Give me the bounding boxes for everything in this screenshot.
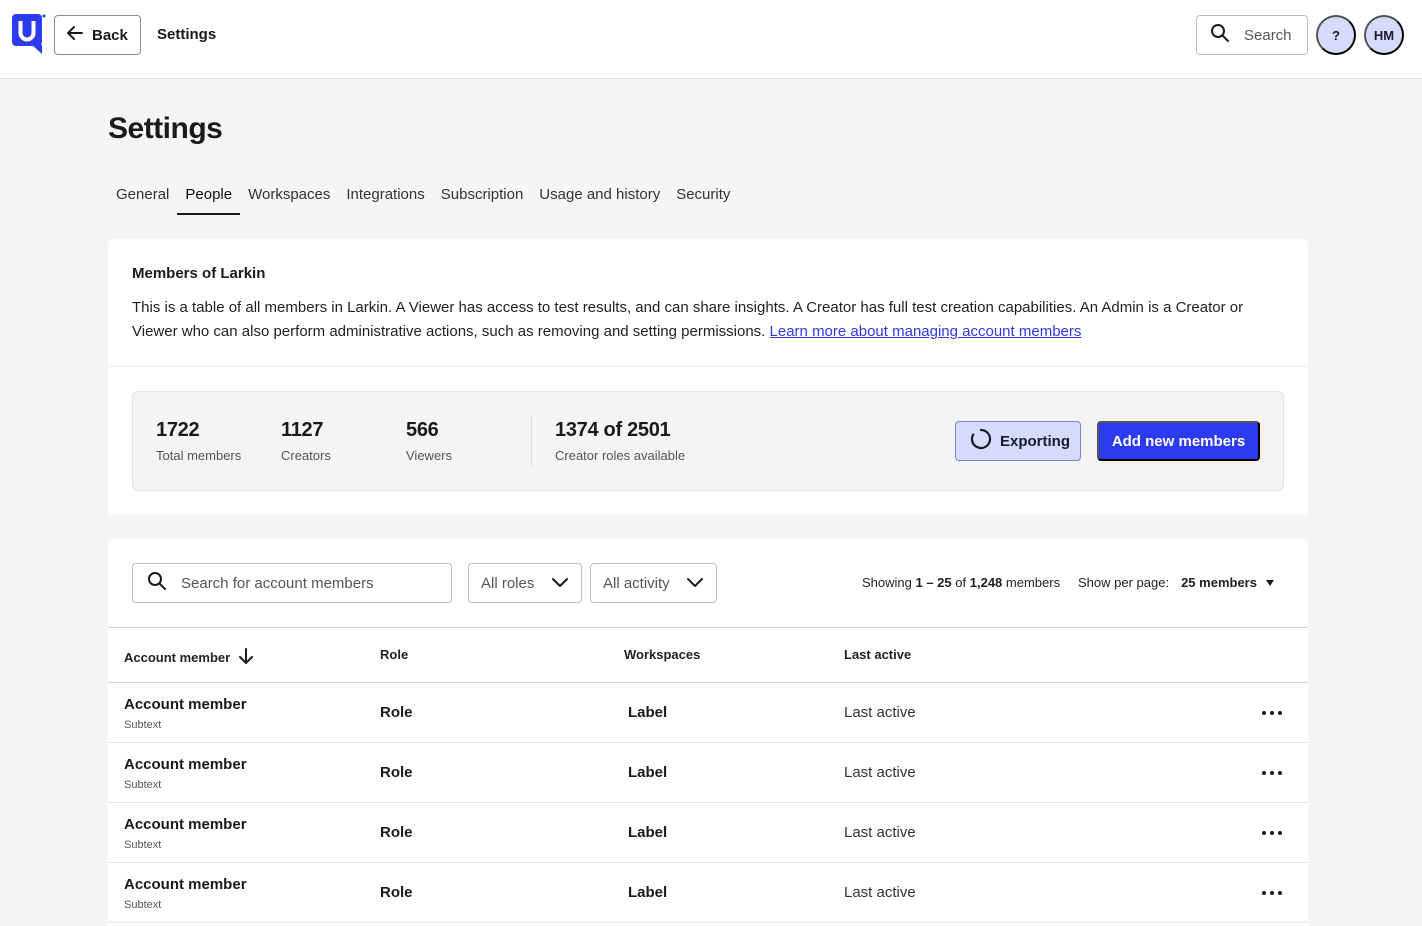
table-row[interactable]: Account member Subtext Role Label Last a…	[108, 803, 1308, 863]
exporting-label: Exporting	[1000, 432, 1070, 450]
members-intro: Members of Larkin This is a table of all…	[108, 239, 1308, 367]
showing-total: 1,248	[969, 575, 1003, 590]
arrow-left-icon	[66, 24, 84, 46]
add-new-members-button[interactable]: Add new members	[1097, 421, 1260, 461]
stat-total-members: 1722 Total members	[156, 419, 241, 463]
column-last-active[interactable]: Last active	[844, 647, 911, 662]
tab-integrations[interactable]: Integrations	[338, 175, 432, 215]
showing-of: of	[955, 575, 967, 590]
stat-creators-value: 1127	[281, 419, 324, 441]
more-horizontal-icon[interactable]	[1260, 763, 1284, 783]
page-title: Settings	[108, 112, 223, 145]
search-icon	[147, 571, 167, 595]
member-role: Role	[380, 824, 413, 841]
members-table-card: Search for account members All roles All…	[108, 539, 1308, 926]
member-workspace: Label	[628, 704, 668, 721]
member-workspace: Label	[628, 764, 668, 781]
topbar-title: Settings	[157, 26, 217, 43]
help-button[interactable]: ?	[1316, 15, 1356, 55]
member-workspace: Label	[628, 884, 668, 901]
per-page-value[interactable]: 25 members	[1181, 575, 1257, 590]
brand-logo-icon[interactable]: U	[12, 14, 46, 54]
stats-divider	[531, 416, 532, 466]
roles-filter-value: All roles	[481, 574, 535, 592]
members-description: This is a table of all members in Larkin…	[132, 296, 1284, 344]
member-last-active: Last active	[844, 824, 916, 841]
tab-general[interactable]: General	[108, 175, 177, 215]
exporting-button[interactable]: Exporting	[955, 421, 1081, 461]
member-name: Account member	[124, 876, 247, 893]
pagination-summary: Showing 1 – 25 of 1,248 members	[862, 575, 1060, 590]
chevron-down-icon	[686, 575, 704, 592]
back-label: Back	[92, 26, 128, 44]
member-stats: 1722 Total members 1127 Creators 566 Vie…	[132, 391, 1284, 491]
column-account-member[interactable]: Account member	[124, 647, 254, 668]
table-header: Account member Role Workspaces Last acti…	[108, 627, 1308, 683]
members-heading: Members of Larkin	[132, 265, 266, 282]
member-subtext: Subtext	[124, 899, 162, 911]
roles-filter-dropdown[interactable]: All roles	[468, 563, 582, 603]
per-page-label: Show per page:	[1078, 575, 1170, 590]
stat-viewers-value: 566	[406, 419, 439, 441]
member-subtext: Subtext	[124, 839, 162, 851]
member-subtext: Subtext	[124, 779, 162, 791]
more-horizontal-icon[interactable]	[1260, 703, 1284, 723]
member-name: Account member	[124, 756, 247, 773]
member-last-active: Last active	[844, 884, 916, 901]
chevron-down-icon	[551, 575, 569, 592]
stat-roles-label: Creator roles available	[555, 448, 686, 463]
spinner-icon	[970, 428, 992, 454]
member-role: Role	[380, 764, 413, 781]
member-role: Role	[380, 704, 413, 721]
caret-down-icon[interactable]	[1265, 575, 1275, 590]
stat-viewers: 566 Viewers	[406, 419, 452, 463]
member-role: Role	[380, 884, 413, 901]
member-subtext: Subtext	[124, 719, 162, 731]
activity-filter-value: All activity	[603, 574, 670, 592]
per-page-selector: Show per page: 25 members	[1078, 575, 1275, 590]
more-horizontal-icon[interactable]	[1260, 823, 1284, 843]
arrow-down-icon	[238, 647, 254, 668]
showing-prefix: Showing	[862, 575, 912, 590]
settings-tabs: General People Workspaces Integrations S…	[108, 175, 738, 215]
table-row[interactable]: Account member Subtext Role Label Last a…	[108, 863, 1308, 923]
members-summary-card: Members of Larkin This is a table of all…	[108, 239, 1308, 515]
tab-subscription[interactable]: Subscription	[433, 175, 532, 215]
stat-creator-roles-available: 1374 of 2501 Creator roles available	[555, 419, 685, 463]
showing-range: 1 – 25	[915, 575, 952, 590]
column-workspaces[interactable]: Workspaces	[624, 647, 700, 662]
more-horizontal-icon[interactable]	[1260, 883, 1284, 903]
stat-roles-value: 1374 of 2501	[555, 419, 671, 441]
avatar[interactable]: HM	[1364, 15, 1404, 55]
tab-usage-and-history[interactable]: Usage and history	[531, 175, 668, 215]
tab-people[interactable]: People	[177, 175, 241, 215]
showing-suffix: members	[1005, 575, 1061, 590]
column-role[interactable]: Role	[380, 647, 408, 662]
member-name: Account member	[124, 696, 247, 713]
top-bar: U Back Settings Search ? HM	[0, 0, 1422, 79]
table-row[interactable]: Account member Subtext Role Label Last a…	[108, 743, 1308, 803]
table-row[interactable]: Account member Subtext Role Label Last a…	[108, 683, 1308, 743]
search-icon	[1210, 23, 1230, 47]
stat-creators-label: Creators	[281, 448, 331, 463]
column-account-member-label: Account member	[124, 650, 231, 665]
stat-creators: 1127 Creators	[281, 419, 331, 463]
tab-security[interactable]: Security	[668, 175, 738, 215]
member-search-placeholder: Search for account members	[181, 574, 374, 592]
activity-filter-dropdown[interactable]: All activity	[590, 563, 717, 603]
member-last-active: Last active	[844, 704, 916, 721]
global-search-button[interactable]: Search	[1196, 15, 1308, 55]
back-button[interactable]: Back	[54, 15, 141, 55]
member-workspace: Label	[628, 824, 668, 841]
search-label: Search	[1244, 26, 1292, 44]
member-search-input[interactable]: Search for account members	[132, 563, 452, 603]
tab-workspaces[interactable]: Workspaces	[240, 175, 338, 215]
stat-total-value: 1722	[156, 419, 200, 441]
stat-total-label: Total members	[156, 448, 242, 463]
member-last-active: Last active	[844, 764, 916, 781]
stat-viewers-label: Viewers	[406, 448, 453, 463]
member-name: Account member	[124, 816, 247, 833]
learn-more-link[interactable]: Learn more about managing account member…	[770, 323, 1082, 340]
